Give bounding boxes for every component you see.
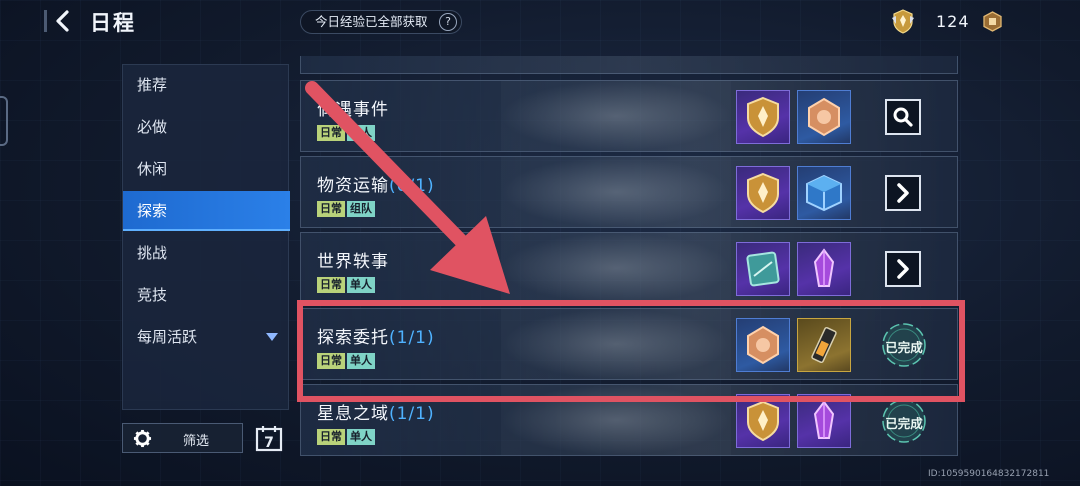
go-button[interactable] [885,175,921,211]
task-title: 星息之域(1/1) [317,399,435,424]
top-bar: 日程 今日经验已全部获取 ? 124 [0,0,1080,44]
reward-slot[interactable] [736,90,790,144]
sidebar-item-label: 休闲 [137,160,168,178]
help-icon[interactable]: ? [439,13,457,31]
supply-crate-icon [806,174,842,212]
sidebar-item-explore[interactable]: 探索 [123,191,290,231]
dropdown-caret-icon [266,333,278,341]
tag-daily: 日常 [317,429,345,445]
annotation-highlight-box [297,300,965,402]
back-arrow-icon[interactable] [50,8,76,34]
sidebar-item-weekly-active[interactable]: 每周活跃 [123,317,290,357]
chevron-right-icon [897,259,909,279]
sidebar-item-label: 推荐 [137,76,168,94]
shield-medal-icon [747,96,779,138]
edge-bar [44,10,47,32]
hex-token-icon [808,97,840,137]
sidebar-item-competitive[interactable]: 竞技 [123,275,290,315]
coin-icon[interactable] [982,11,1003,32]
reward-slot[interactable] [736,166,790,220]
sidebar-item-label: 探索 [137,202,168,220]
exp-notice: 今日经验已全部获取 ? [300,10,462,34]
rank-medal-icon [892,9,914,34]
reward-slot[interactable] [736,394,790,448]
reward-slot[interactable] [797,242,851,296]
page-title: 日程 [90,11,136,35]
category-sidebar: 推荐 必做 休闲 探索 挑战 竞技 每周活跃 [122,64,290,410]
reward-slot[interactable] [797,394,851,448]
sidebar-item-recommend[interactable]: 推荐 [123,65,290,105]
task-name: 星息之域 [317,404,389,424]
exp-notice-text: 今日经验已全部获取 [315,14,428,29]
currency-display: 124 [890,8,1005,36]
reward-slot[interactable] [797,90,851,144]
reward-slot[interactable] [797,166,851,220]
crystal-icon [813,248,835,287]
go-button[interactable] [885,251,921,287]
sidebar-item-label: 竞技 [137,286,168,304]
watermark: ID:1059590164832172811 [928,469,1050,479]
calendar-icon[interactable]: 7 [255,424,283,452]
completed-label: 已完成 [885,416,923,431]
search-icon [893,107,913,127]
sidebar-item-leisure[interactable]: 休闲 [123,149,290,189]
sidebar-item-required[interactable]: 必做 [123,107,290,147]
search-button[interactable] [885,99,921,135]
sidebar-item-label: 必做 [137,118,168,136]
tag-mode: 单人 [347,429,375,445]
sidebar-item-label: 挑战 [137,244,168,262]
sidebar-item-challenge[interactable]: 挑战 [123,233,290,273]
reward-slot[interactable] [736,242,790,296]
sidebar-item-label: 每周活跃 [137,328,198,346]
task-tags: 日常 单人 [317,429,375,445]
calendar-day: 7 [264,435,274,451]
currency-amount: 124 [936,12,970,31]
chevron-right-icon [897,183,909,203]
map-scroll-icon [746,251,780,287]
side-drawer-handle[interactable] [0,96,8,146]
completed-badge: 已完成 [871,397,937,445]
annotation-arrow-icon [305,81,510,294]
crystal-icon [813,400,835,439]
filter-label: 筛选 [183,434,210,449]
task-progress: (1/1) [389,404,435,424]
shield-medal-icon [747,400,779,442]
gear-icon [133,429,152,448]
shield-medal-icon [747,172,779,214]
filter-button[interactable]: 筛选 [122,423,243,453]
